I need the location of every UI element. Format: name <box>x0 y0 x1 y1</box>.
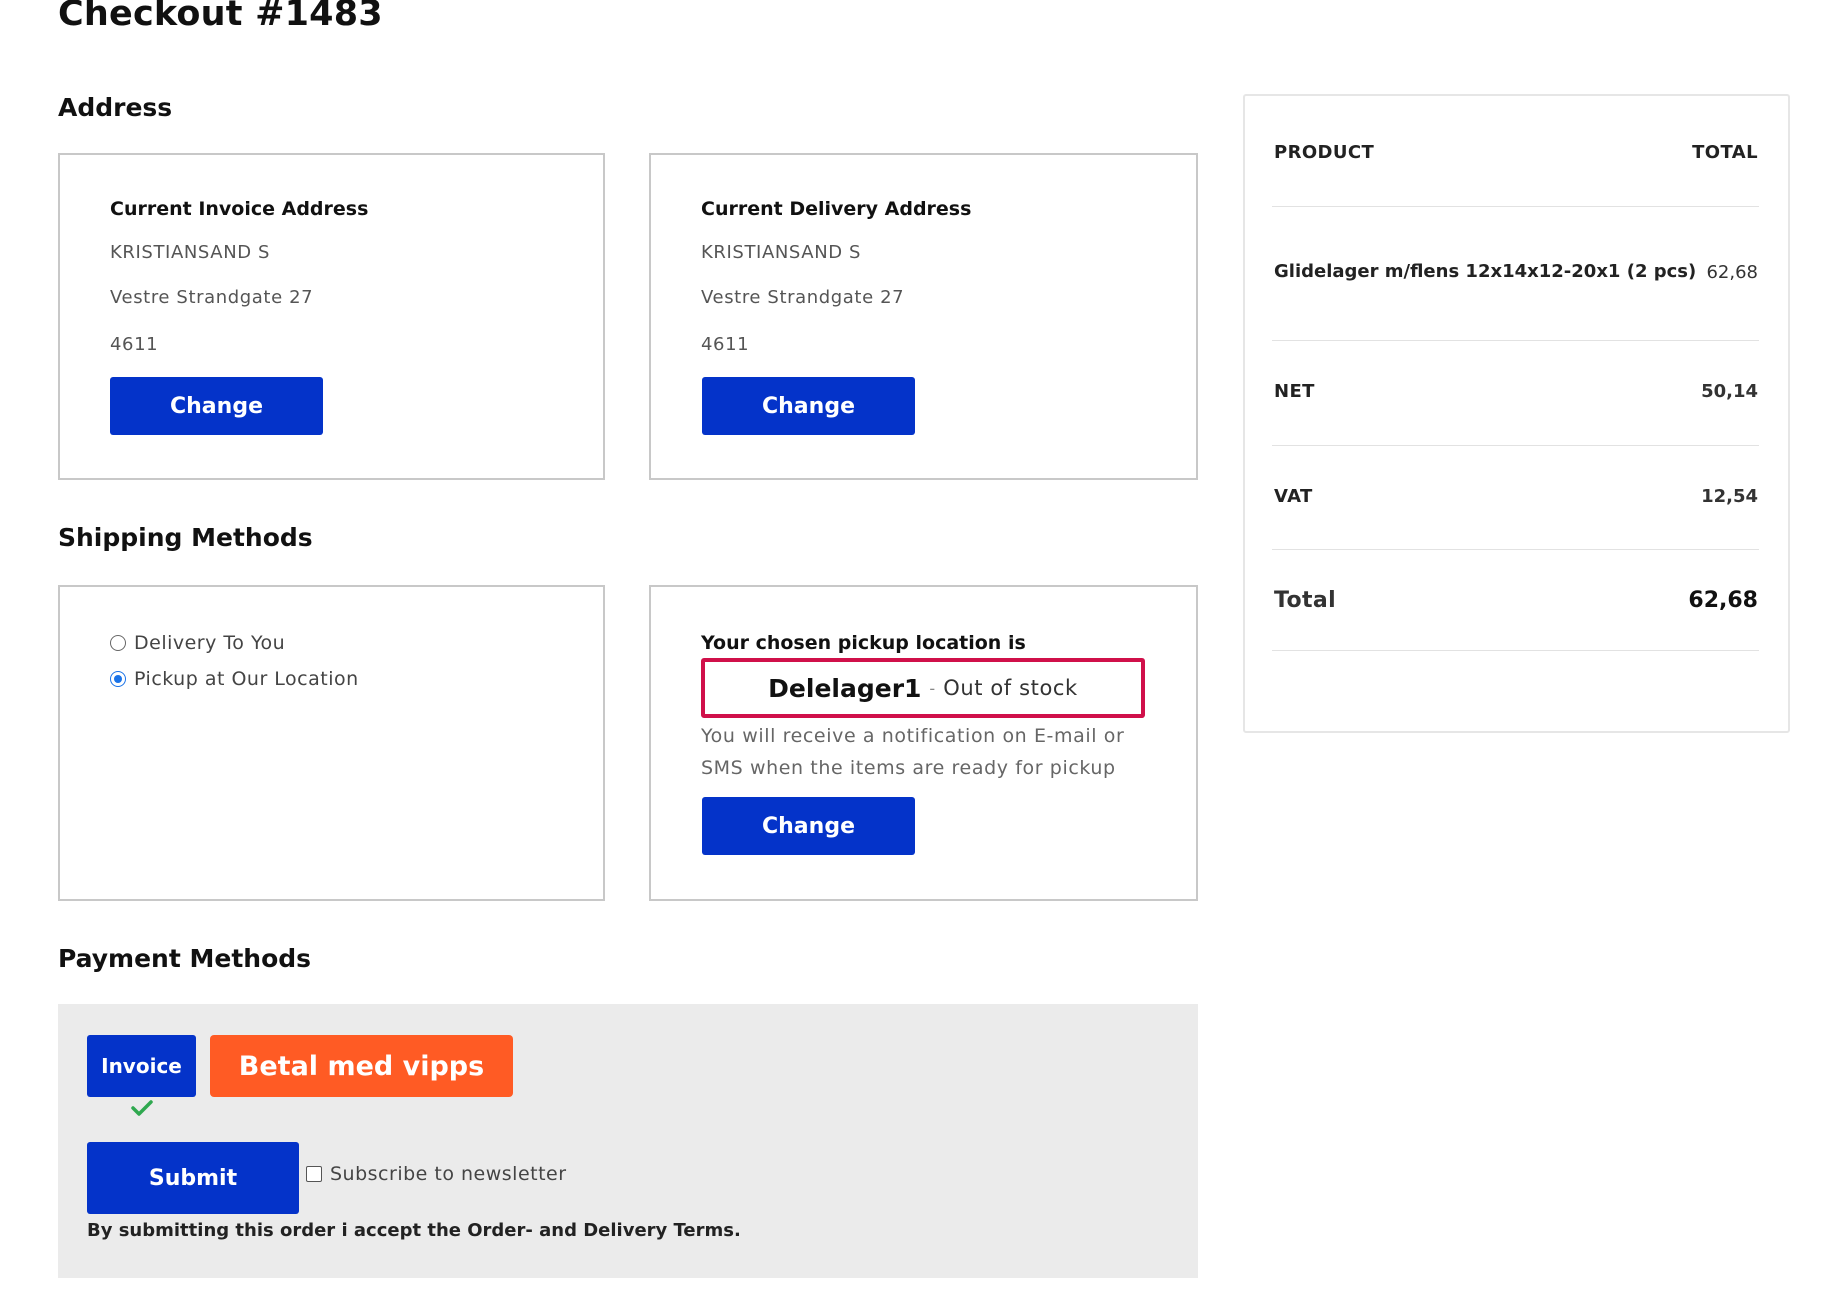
invoice-street: Vestre Strandgate 27 <box>110 287 314 308</box>
summary-divider <box>1272 549 1759 550</box>
summary-net-label: NET <box>1274 381 1315 402</box>
summary-col-product: PRODUCT <box>1274 142 1375 163</box>
summary-total-label: Total <box>1274 588 1337 613</box>
delivery-city: KRISTIANSAND S <box>701 242 862 263</box>
page-title: Checkout #1483 <box>58 0 383 34</box>
pickup-notice-line1: You will receive a notification on E-mai… <box>701 725 1125 747</box>
vipps-payment-button[interactable]: Betal med vipps <box>210 1035 513 1097</box>
invoice-postcode: 4611 <box>110 334 159 355</box>
summary-divider <box>1272 650 1759 651</box>
summary-total-value: 62,68 <box>1688 588 1758 613</box>
pickup-location-box: Delelager1 - Out of stock <box>701 658 1145 718</box>
pickup-stock-status: Out of stock <box>943 676 1078 700</box>
shipping-option-delivery[interactable]: Delivery To You <box>110 632 285 654</box>
selected-check-icon <box>131 1100 153 1116</box>
order-summary-panel <box>1243 94 1790 733</box>
newsletter-checkbox[interactable] <box>306 1166 322 1182</box>
summary-net-value: 50,14 <box>1701 381 1758 402</box>
submit-order-button[interactable]: Submit <box>87 1142 299 1214</box>
invoice-city: KRISTIANSAND S <box>110 242 271 263</box>
terms-text: By submitting this order i accept the Or… <box>87 1220 741 1241</box>
pickup-location-name: Delelager1 <box>768 673 922 703</box>
delivery-postcode: 4611 <box>701 334 750 355</box>
pickup-separator: - <box>929 678 936 698</box>
payment-heading: Payment Methods <box>58 944 312 973</box>
checkout-page: Checkout #1483 Address Current Invoice A… <box>0 0 1842 1300</box>
invoice-payment-button[interactable]: Invoice <box>87 1035 196 1097</box>
change-pickup-location-button[interactable]: Change <box>702 797 915 855</box>
shipping-option-pickup-label: Pickup at Our Location <box>134 668 359 690</box>
change-delivery-address-button[interactable]: Change <box>702 377 915 435</box>
pickup-intro: Your chosen pickup location is <box>701 632 1026 654</box>
address-heading: Address <box>58 93 173 122</box>
summary-col-total: TOTAL <box>1692 142 1758 163</box>
pickup-notice-line2: SMS when the items are ready for pickup <box>701 757 1116 779</box>
summary-divider <box>1272 340 1759 341</box>
summary-vat-value: 12,54 <box>1701 486 1758 507</box>
change-invoice-address-button[interactable]: Change <box>110 377 323 435</box>
shipping-option-pickup[interactable]: Pickup at Our Location <box>110 668 359 690</box>
summary-item-name: Glidelager m/flens 12x14x12-20x1 (2 pcs) <box>1274 261 1697 282</box>
radio-pickup-at-location[interactable] <box>110 671 126 687</box>
delivery-address-heading: Current Delivery Address <box>701 198 972 220</box>
summary-divider <box>1272 445 1759 446</box>
newsletter-label: Subscribe to newsletter <box>330 1163 567 1185</box>
invoice-address-heading: Current Invoice Address <box>110 198 369 220</box>
summary-divider <box>1272 206 1759 207</box>
shipping-heading: Shipping Methods <box>58 523 313 552</box>
summary-vat-label: VAT <box>1274 486 1313 507</box>
summary-item-total: 62,68 <box>1706 262 1758 283</box>
shipping-option-delivery-label: Delivery To You <box>134 632 286 654</box>
radio-delivery-to-you[interactable] <box>110 635 126 651</box>
delivery-street: Vestre Strandgate 27 <box>701 287 905 308</box>
